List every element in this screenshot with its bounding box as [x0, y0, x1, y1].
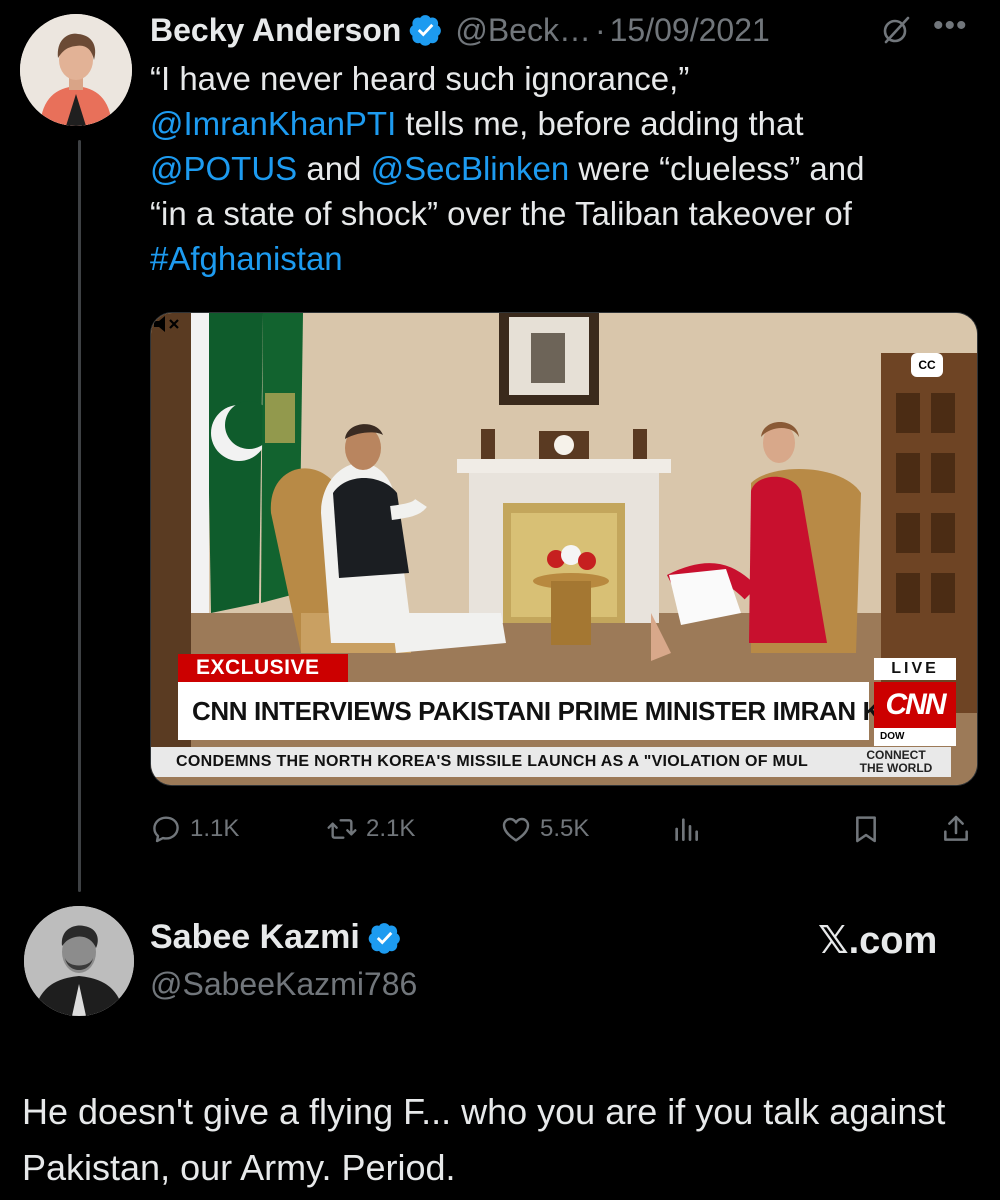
views-button[interactable]	[670, 808, 710, 850]
live-badge: LIVE	[874, 658, 956, 680]
tweet-body: “I have never heard such ignorance,” @Im…	[150, 56, 980, 281]
tweet-action-bar: 1.1K 2.1K 5.5K	[150, 808, 980, 850]
verified-badge-icon	[368, 922, 400, 954]
tweet-text-fragment: were “clueless” and	[569, 150, 865, 187]
author-handle[interactable]: @Beck…	[455, 12, 591, 49]
mention-link[interactable]: @POTUS	[150, 150, 297, 187]
share-button[interactable]	[940, 808, 980, 850]
views-icon	[675, 818, 698, 841]
more-icon[interactable]: •••	[933, 10, 968, 42]
grok-icon[interactable]	[880, 14, 912, 46]
retweet-icon	[327, 819, 357, 839]
tweet-text-line: “in a state of shock” over the Taliban t…	[150, 195, 852, 232]
tweet-date[interactable]: 15/09/2021	[610, 12, 770, 49]
connect-the-world-label: CONNECT THE WORLD	[841, 747, 951, 777]
mention-link[interactable]: @SecBlinken	[371, 150, 570, 187]
author-avatar[interactable]	[20, 14, 132, 126]
quoter-display-name[interactable]: Sabee Kazmi	[150, 918, 360, 957]
share-icon	[944, 815, 968, 841]
author-display-name[interactable]: Becky Anderson	[150, 12, 401, 49]
like-button[interactable]: 5.5K	[500, 808, 589, 850]
tweet-text-line: “I have never heard such ignorance,”	[150, 60, 690, 97]
exclusive-banner: EXCLUSIVE	[178, 654, 348, 682]
mention-link[interactable]: @ImranKhanPTI	[150, 105, 396, 142]
video-player[interactable]: CC EXCLUSIVE CNN INTERVIEWS PAKISTANI PR…	[150, 312, 978, 786]
mute-icon[interactable]	[151, 313, 185, 335]
header-separator: ·	[594, 11, 606, 48]
headline-banner: CNN INTERVIEWS PAKISTANI PRIME MINISTER …	[178, 682, 937, 740]
reply-button[interactable]: 1.1K	[150, 808, 239, 850]
quoter-avatar[interactable]	[24, 906, 134, 1016]
tweet-text-fragment: and	[297, 150, 371, 187]
cnn-logo: CNN	[874, 682, 956, 728]
verified-badge-icon	[410, 15, 442, 46]
reply-count: 1.1K	[190, 815, 240, 842]
hashtag-link[interactable]: #Afghanistan	[150, 240, 343, 277]
tweet-text-line: #Afghanistan	[150, 236, 980, 281]
tweet-header: Becky Anderson @Beck… · 15/09/2021 •••	[150, 10, 980, 50]
x-com-watermark: 𝕏.com	[818, 920, 938, 962]
retweet-button[interactable]: 2.1K	[326, 808, 415, 850]
closed-captions-button[interactable]: CC	[911, 353, 943, 377]
dow-indicator: DOW	[874, 728, 956, 746]
thread-connector-line	[78, 140, 81, 892]
bookmark-icon	[856, 816, 876, 843]
like-icon	[502, 817, 530, 842]
tweet-text-line: @POTUS and @SecBlinken were “clueless” a…	[150, 146, 980, 191]
bookmark-button[interactable]	[850, 808, 890, 850]
tweet-text-line: @ImranKhanPTI tells me, before adding th…	[150, 101, 980, 146]
quoter-name-row: Sabee Kazmi	[150, 918, 402, 957]
connect-line-2: THE WORLD	[859, 761, 933, 775]
retweet-count: 2.1K	[366, 815, 416, 842]
news-ticker: CONDEMNS THE NORTH KOREA'S MISSILE LAUNC…	[151, 747, 841, 777]
quoter-avatar-image	[24, 906, 134, 1016]
tweet-text-fragment: tells me, before adding that	[396, 105, 804, 142]
quoter-reply-text: He doesn't give a flying F... who you ar…	[22, 1091, 946, 1188]
like-count: 5.5K	[540, 815, 590, 842]
quoter-handle[interactable]: @SabeeKazmi786	[150, 966, 417, 1003]
reply-icon	[153, 816, 179, 843]
author-avatar-image	[20, 14, 132, 126]
